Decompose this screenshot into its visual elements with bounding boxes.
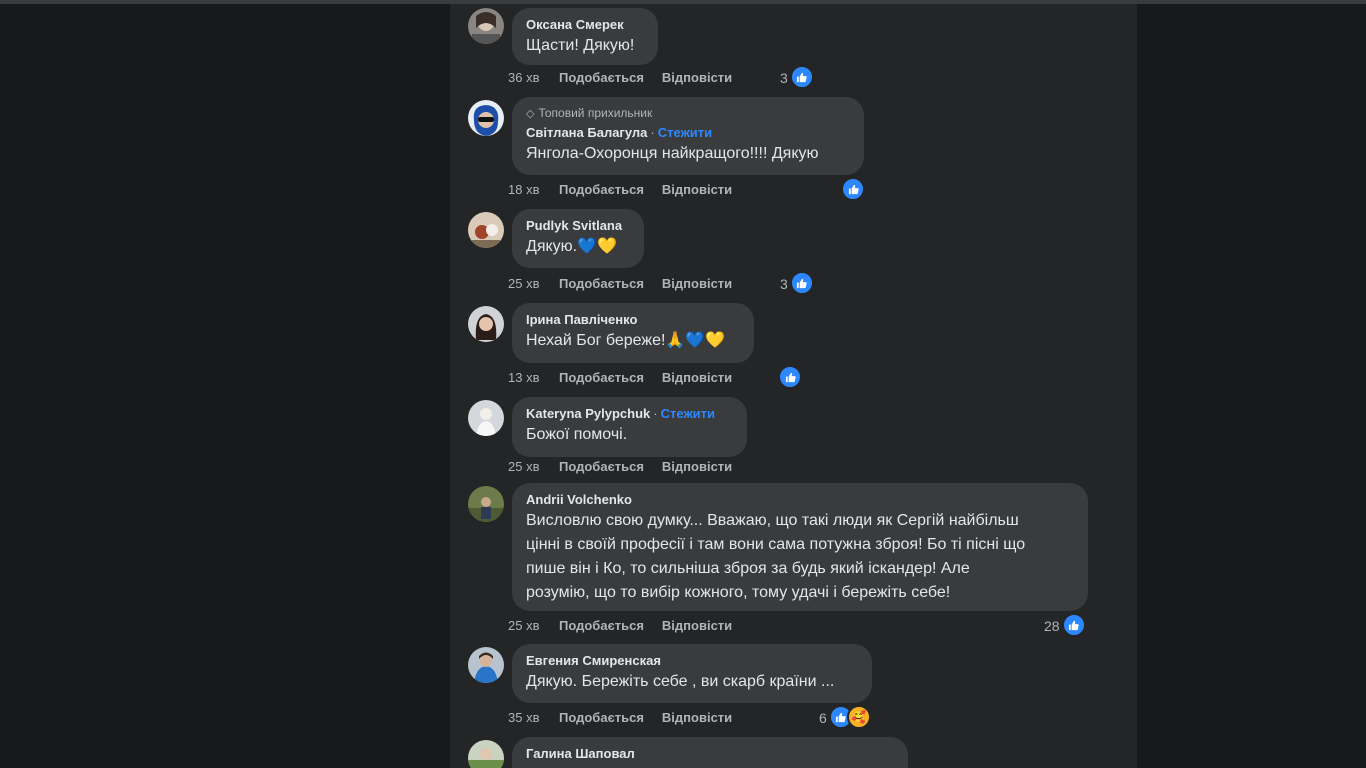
separator-dot: ·	[653, 406, 658, 421]
diamond-icon: ◇	[526, 108, 535, 120]
comment-author[interactable]: Світлана Балагула	[526, 125, 647, 140]
like-reaction-icon	[841, 177, 865, 201]
reaction-count: 28	[1044, 618, 1060, 634]
like-reaction-icon	[1061, 613, 1086, 637]
reply-button[interactable]: Відповісти	[662, 710, 732, 725]
comment-bubble: Оксана Смерек Щасти! Дякую!	[512, 8, 658, 65]
reaction-count: 6	[819, 710, 827, 726]
avatar[interactable]	[468, 212, 504, 248]
comment-bubble: Andrii Volchenko Висловлю свою думку... …	[512, 483, 1088, 611]
comment-text: Дякую. Бережіть себе , ви скарб країни .…	[526, 673, 835, 690]
reaction-summary[interactable]: 28	[1044, 613, 1086, 637]
reaction-count: 3	[780, 276, 788, 292]
reaction-count: 3	[780, 70, 788, 86]
reply-button[interactable]: Відповісти	[662, 70, 732, 85]
comment-author[interactable]: Andrii Volchenko	[526, 491, 1074, 508]
comment-bubble: Евгения Смиренская Дякую. Бережіть себе …	[512, 644, 872, 703]
reply-button[interactable]: Відповісти	[662, 182, 732, 197]
like-button[interactable]: Подобається	[559, 70, 644, 85]
comment-actions: 25 хв Подобається Відповісти	[508, 274, 732, 294]
comment-author[interactable]: Галина Шаповал	[526, 745, 894, 762]
like-reaction-icon	[789, 271, 814, 295]
comment-author[interactable]: Kateryna Pylypchuk	[526, 406, 650, 421]
care-reaction-icon: 🥰	[846, 705, 871, 729]
reaction-summary[interactable]	[839, 177, 865, 201]
comment-bubble: ◇ Топовий прихильник Світлана Балагула · Ст…	[512, 97, 864, 175]
comment-time[interactable]: 18 хв	[508, 180, 559, 200]
like-button[interactable]: Подобається	[559, 370, 644, 385]
like-reaction-icon	[789, 65, 814, 89]
follow-button[interactable]: Стежити	[658, 125, 712, 140]
comment-actions: 36 хв Подобається Відповісти	[508, 68, 732, 88]
comment-time[interactable]: 13 хв	[508, 368, 559, 388]
comment-time[interactable]: 36 хв	[508, 68, 559, 88]
reply-button[interactable]: Відповісти	[662, 276, 732, 291]
comment-actions: 25 хв Подобається Відповісти	[508, 457, 732, 477]
comment-author[interactable]: Pudlyk Svitlana	[526, 217, 630, 234]
comment-actions: 18 хв Подобається Відповісти	[508, 180, 732, 200]
comment-text: Янгола-Охоронця найкращого!!!! Дякую	[526, 145, 819, 162]
comment-author[interactable]: Ірина Павліченко	[526, 311, 740, 328]
reaction-summary[interactable]	[776, 365, 802, 389]
comment-time[interactable]: 35 хв	[508, 708, 559, 728]
comment-actions: 13 хв Подобається Відповісти	[508, 368, 732, 388]
comment-bubble: Kateryna Pylypchuk · Стежити Божої помочі.	[512, 397, 747, 457]
like-button[interactable]: Подобається	[559, 710, 644, 725]
comment-bubble: Галина Шаповал	[512, 737, 908, 768]
comment-text: Нехай Бог береже!🙏💙💛	[526, 332, 726, 349]
like-button[interactable]: Подобається	[559, 276, 644, 291]
like-button[interactable]: Подобається	[559, 182, 644, 197]
top-fan-badge: ◇ Топовий прихильник	[526, 105, 850, 121]
comment-text-line: Висловлю свою думку... Вважаю, що такі л…	[526, 512, 1019, 529]
like-button[interactable]: Подобається	[559, 459, 644, 474]
reaction-summary[interactable]: 3	[780, 271, 814, 295]
reply-button[interactable]: Відповісти	[662, 618, 732, 633]
avatar[interactable]	[468, 486, 504, 522]
avatar[interactable]	[468, 740, 504, 768]
avatar[interactable]	[468, 647, 504, 683]
avatar[interactable]	[468, 100, 504, 136]
comment-actions: 35 хв Подобається Відповісти	[508, 708, 732, 728]
comment-text: Дякую.💙💛	[526, 238, 617, 255]
avatar[interactable]	[468, 8, 504, 44]
reaction-summary[interactable]: 3	[780, 65, 814, 89]
reply-button[interactable]: Відповісти	[662, 370, 732, 385]
comment-text: Щасти! Дякую!	[526, 37, 635, 54]
comment-actions: 25 хв Подобається Відповісти	[508, 616, 732, 636]
comment-text-line: розумію, що то вибір кожного, тому удачі…	[526, 584, 951, 601]
separator-dot: ·	[650, 125, 655, 140]
avatar[interactable]	[468, 400, 504, 436]
comment-bubble: Pudlyk Svitlana Дякую.💙💛	[512, 209, 644, 268]
comment-time[interactable]: 25 хв	[508, 616, 559, 636]
comment-time[interactable]: 25 хв	[508, 274, 559, 294]
comment-author[interactable]: Евгения Смиренская	[526, 652, 858, 669]
follow-button[interactable]: Стежити	[661, 406, 715, 421]
avatar[interactable]	[468, 306, 504, 342]
top-fan-label: Топовий прихильник	[538, 106, 653, 120]
comment-bubble: Ірина Павліченко Нехай Бог береже!🙏💙💛	[512, 303, 754, 363]
comment-author[interactable]: Оксана Смерек	[526, 16, 644, 33]
reply-button[interactable]: Відповісти	[662, 459, 732, 474]
comments-panel[interactable]: Оксана Смерек Щасти! Дякую! 36 хв Подобає…	[450, 4, 1137, 768]
comment-text-line: цінні в своїй професії і там вони сама п…	[526, 536, 1026, 553]
like-button[interactable]: Подобається	[559, 618, 644, 633]
like-reaction-icon	[778, 365, 802, 389]
comment-time[interactable]: 25 хв	[508, 457, 559, 477]
comment-text: Божої помочі.	[526, 426, 628, 443]
reaction-summary[interactable]: 6 🥰	[819, 705, 871, 729]
comment-text-line: пише він і Ко, то сильніша зброя за будь…	[526, 560, 970, 577]
